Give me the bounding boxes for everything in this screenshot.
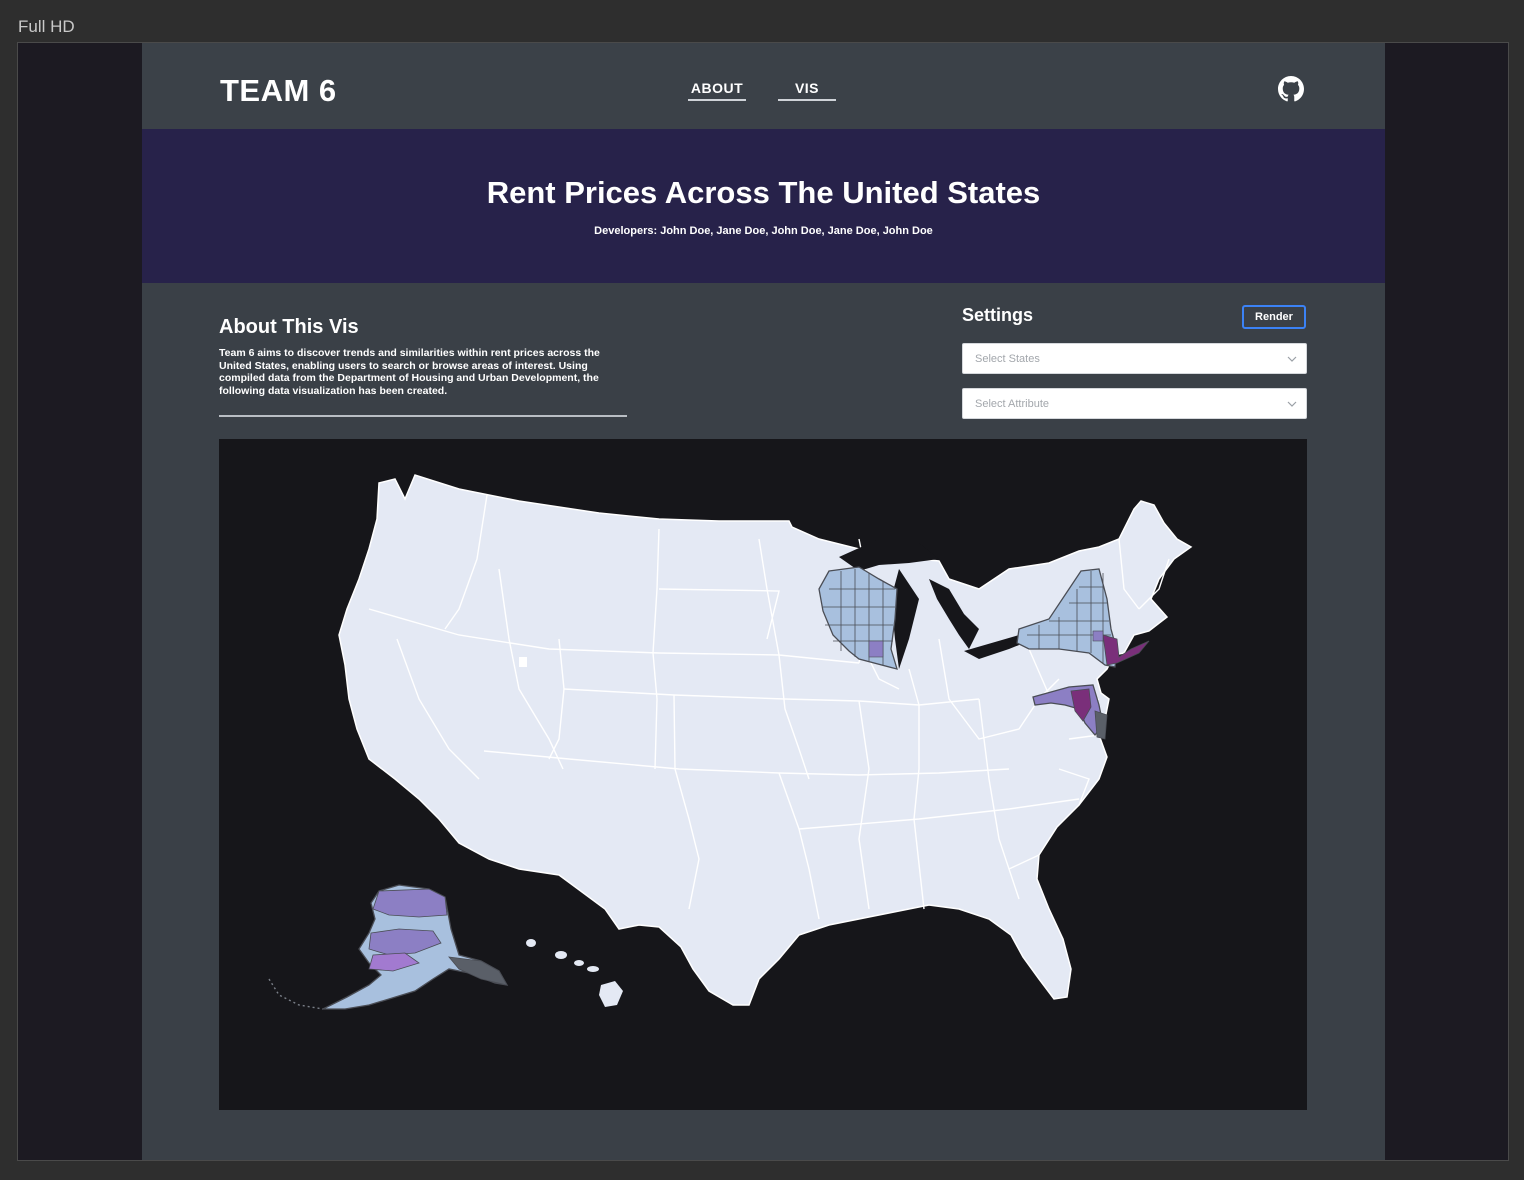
us-choropleth-map[interactable] — [219, 439, 1307, 1110]
frame-label: Full HD — [18, 17, 75, 36]
page-title: Rent Prices Across The United States — [486, 175, 1041, 210]
settings-panel: Settings Render Select States Select Att… — [962, 305, 1307, 419]
about-body: Team 6 aims to discover trends and simil… — [219, 347, 600, 397]
viewport-frame: TEAM 6 ABOUT VIS Rent Prices Across The … — [17, 42, 1509, 1161]
chevron-down-icon — [1287, 401, 1297, 407]
hawaii-islands — [526, 939, 623, 1007]
map-svg — [268, 474, 1193, 1010]
new-york-county-mid — [1092, 630, 1104, 642]
aleutian-islands — [268, 978, 324, 1010]
contiguous-us-shape — [338, 474, 1193, 1006]
select-attribute-dropdown[interactable]: Select Attribute — [962, 388, 1307, 419]
select-attribute-placeholder: Select Attribute — [975, 398, 1049, 410]
nav-link-vis[interactable]: VIS — [778, 80, 836, 101]
brand-logo[interactable]: TEAM 6 — [220, 73, 337, 109]
github-icon[interactable] — [1278, 76, 1304, 102]
nav-links: ABOUT VIS — [688, 80, 836, 101]
delaware-shore — [1094, 710, 1108, 740]
page: TEAM 6 ABOUT VIS Rent Prices Across The … — [142, 43, 1385, 1160]
nav-link-about[interactable]: ABOUT — [688, 80, 746, 101]
chevron-down-icon — [1287, 356, 1297, 362]
about-divider — [219, 415, 627, 418]
select-states-dropdown[interactable]: Select States — [962, 343, 1307, 374]
about-heading: About This Vis — [219, 316, 359, 338]
select-states-placeholder: Select States — [975, 353, 1040, 365]
navbar: TEAM 6 ABOUT VIS — [142, 43, 1385, 129]
render-button[interactable]: Render — [1242, 305, 1306, 329]
great-salt-lake — [519, 657, 527, 667]
about-section: About This Vis Team 6 aims to discover t… — [219, 316, 627, 418]
developers-credit: Developers: John Doe, Jane Doe, John Doe… — [594, 225, 933, 237]
hero-banner: Rent Prices Across The United States Dev… — [142, 129, 1385, 283]
wisconsin-county-mid — [868, 640, 884, 658]
